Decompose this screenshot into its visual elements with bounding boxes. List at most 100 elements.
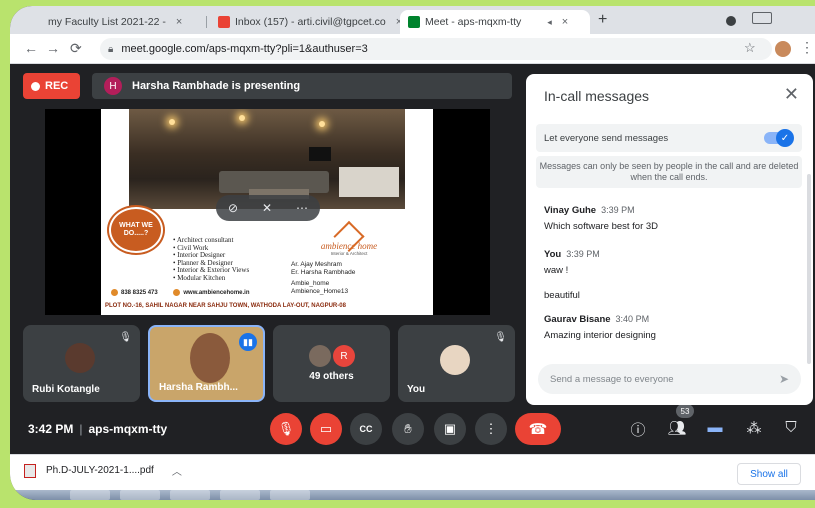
browser-window: my Faculty List 2021-22 - × Inbox (157) … [10,6,815,500]
rec-label: REC [45,80,69,92]
meeting-code: aps-mqxm-tty [88,422,168,436]
presented-slide: ⊘ ✕ ⋯ WHAT WE DO.....? Architect consult… [101,109,433,315]
windows-taskbar [10,490,815,500]
participant-name: Rubi Kotangle [32,384,100,395]
mic-off-icon: 🎙︎ [494,332,507,343]
others-count: 49 others [309,371,354,382]
message-text: beautiful [544,290,580,301]
send-icon[interactable]: ➤ [779,372,789,386]
tab-search-icon[interactable] [726,16,736,26]
presentation-stage[interactable]: ⊘ ✕ ⋯ WHAT WE DO.....? Architect consult… [45,109,490,315]
participant-tile-you[interactable]: 🎙︎ You [398,325,515,402]
raise-hand-button[interactable]: ✋︎ [392,413,424,445]
participant-tile-harsha[interactable]: ▮▮ Harsha Rambh... [148,325,265,402]
profile-avatar[interactable] [775,41,791,57]
chat-message: Vinay Guhe 3:39 PM Which software best fo… [544,205,658,232]
url-field[interactable]: 🔒︎ meet.google.com/aps-mqxm-tty?pli=1&au… [100,38,772,60]
bed-shape [339,167,399,197]
interior-photo [129,109,405,209]
people-icon[interactable]: 👥︎ [666,419,688,437]
taskbar-app-icon[interactable] [120,490,160,500]
tab-bar: my Faculty List 2021-22 - × Inbox (157) … [10,6,815,34]
activities-icon[interactable]: ⁂ [743,419,765,437]
chat-input-placeholder: Send a message to everyone [550,373,674,385]
allow-messages-toggle[interactable]: ✓ [764,129,794,147]
gmail-icon [218,16,230,28]
meeting-details-icon[interactable]: ⓘ [627,419,649,440]
chat-scrollbar[interactable] [807,174,811,364]
speaking-indicator-icon: ▮▮ [239,333,257,351]
meet-call-area: REC H Harsha Rambhade is presenting ⊘ ✕ … [10,64,815,454]
pdf-file-icon [24,463,36,478]
back-icon[interactable]: ← [24,40,38,56]
what-we-do-badge: WHAT WE DO.....? [109,207,163,253]
leave-call-button[interactable]: ☎︎ [515,413,561,445]
message-text: waw ! [544,265,569,276]
chat-icon[interactable]: ▬ [704,419,726,436]
camera-toggle-button[interactable]: ▭ [310,413,342,445]
meeting-info: 3:42 PM | aps-mqxm-tty [28,422,168,436]
more-options-button[interactable]: ⋮ [475,413,507,445]
tab-meet[interactable]: Meet - aps-mqxm-tty ◂ × [400,10,590,34]
url-text: meet.google.com/aps-mqxm-tty?pli=1&authu… [121,43,368,55]
taskbar-chrome-icon[interactable] [220,490,260,500]
lamp-light [319,121,325,127]
toggle-label: Let everyone send messages [544,132,669,144]
new-tab-button[interactable]: + [598,11,607,29]
mute-off-icon[interactable]: ✕ [262,201,272,215]
service-item: Modular Kitchen [173,274,249,283]
tab-gmail-inbox[interactable]: Inbox (157) - arti.civil@tgpcet.co × [210,10,410,34]
mic-off-icon: 🎙︎ [277,421,295,436]
others-avatars: R [309,345,355,367]
audio-playing-icon[interactable]: ◂ [547,17,552,28]
camera-off-icon: ▭ [319,421,333,436]
taskbar-folder-icon[interactable] [170,490,210,500]
more-options-icon[interactable]: ⋯ [296,201,308,215]
current-time: 3:42 PM [28,422,74,436]
reload-icon[interactable]: ⟳ [70,40,82,57]
start-orb-icon[interactable] [70,490,110,500]
download-bar: Ph.D-JULY-2021-1....pdf ︿ Show all [10,454,815,490]
browser-menu-icon[interactable]: ⋮ [800,39,814,56]
phone-icon [111,289,118,296]
participant-tile-rubi[interactable]: 🎙︎ Rubi Kotangle [23,325,140,402]
message-sender: You [544,249,562,260]
forward-icon[interactable]: → [46,40,60,56]
chat-message: Gaurav Bisane 3:40 PM Amazing interior de… [544,314,656,341]
chat-title: In-call messages [544,88,650,104]
present-button[interactable]: ▣ [434,413,466,445]
show-all-downloads-button[interactable]: Show all [737,463,801,485]
avatar: R [333,345,355,367]
address-bar: ← → ⟳ 🔒︎ meet.google.com/aps-mqxm-tty?pl… [10,34,815,64]
tab-separator [206,16,207,28]
more-vert-icon: ⋮ [484,421,498,436]
taskbar-word-icon[interactable] [270,490,310,500]
brand-logo: ambience home Interior & Architect [319,217,379,256]
presenting-text: Harsha Rambhade is presenting [132,80,301,92]
message-text: Which software best for 3D [544,221,659,232]
download-filename: Ph.D-JULY-2021-1....pdf [46,465,154,476]
window-restore-button[interactable] [752,12,772,24]
chat-input[interactable]: Send a message to everyone ➤ [538,364,801,394]
tab-faculty-list[interactable]: my Faculty List 2021-22 - × [40,10,190,34]
presenting-banner: H Harsha Rambhade is presenting [92,73,512,99]
chat-message: You 3:39 PM waw ! beautiful [544,249,600,301]
check-icon: ✓ [776,129,794,147]
pin-off-icon[interactable]: ⊘ [228,201,238,215]
chevron-up-icon[interactable]: ︿ [172,463,182,478]
mic-toggle-button[interactable]: 🎙︎ [270,413,302,445]
participant-tile-others[interactable]: R 49 others [273,325,390,402]
close-tab-icon[interactable]: × [176,16,182,28]
close-tab-icon[interactable]: × [562,16,568,28]
presentation-controls: ⊘ ✕ ⋯ [216,195,320,221]
message-text: Amazing interior designing [544,330,656,341]
close-icon[interactable]: ✕ [784,84,799,105]
recording-badge: REC [23,73,80,99]
bookmark-star-icon[interactable]: ☆ [744,40,756,56]
participant-name: You [407,384,426,395]
present-screen-icon: ▣ [443,421,457,436]
host-controls-icon[interactable]: ⛉ [780,419,802,436]
captions-button[interactable]: CC [350,413,382,445]
screenshot-frame: my Faculty List 2021-22 - × Inbox (157) … [0,0,815,508]
download-item[interactable]: Ph.D-JULY-2021-1....pdf ︿ [24,463,182,478]
